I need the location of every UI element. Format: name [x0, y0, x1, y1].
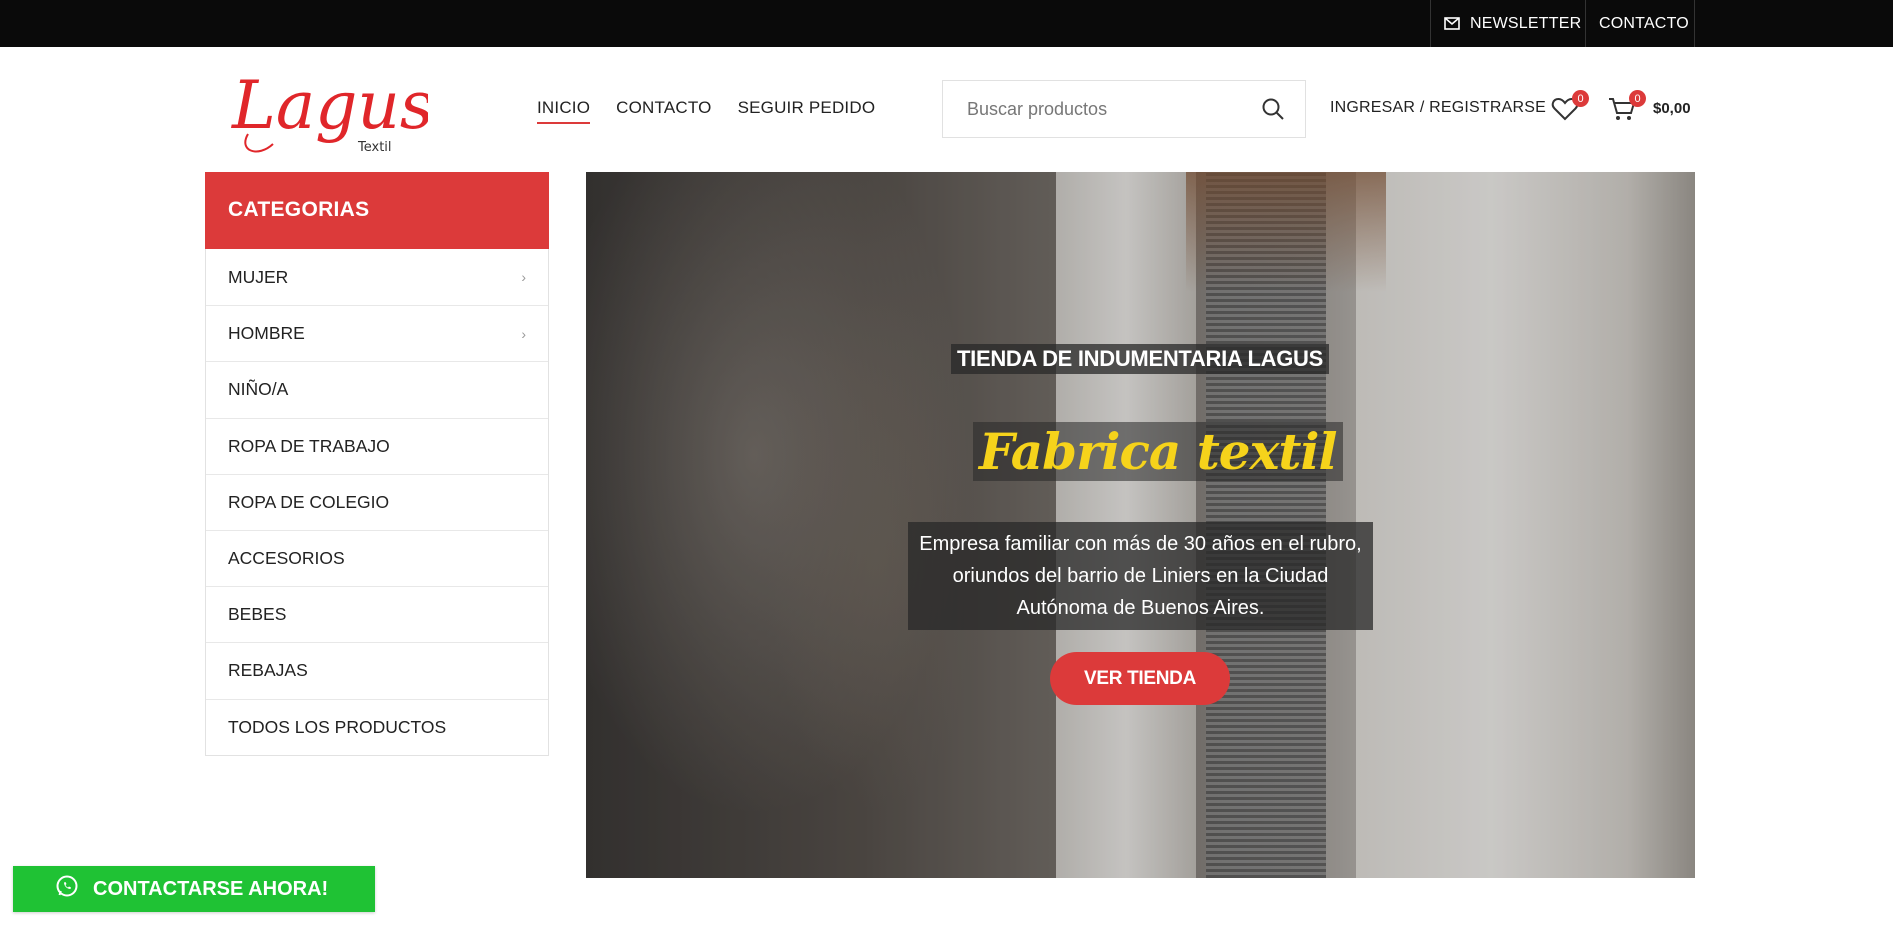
category-item-accesorios[interactable]: ACCESORIOS: [206, 529, 548, 586]
category-label: REBAJAS: [228, 660, 308, 681]
search-input[interactable]: Buscar productos: [942, 80, 1306, 138]
search-placeholder: Buscar productos: [967, 99, 1108, 119]
category-label: NIÑO/A: [228, 379, 289, 400]
category-item-ropa-colegio[interactable]: ROPA DE COLEGIO: [206, 473, 548, 530]
logo-text: Lagus: [231, 67, 428, 144]
hero-banner: TIENDA DE INDUMENTARIA LAGUS Fabrica tex…: [586, 172, 1695, 878]
category-label: ROPA DE COLEGIO: [228, 491, 390, 512]
category-item-nino[interactable]: NIÑO/A: [206, 361, 548, 417]
categories-list: MUJER › HOMBRE › NIÑO/A ROPA DE TRABAJO …: [205, 249, 549, 756]
whatsapp-icon: [55, 874, 79, 904]
heart-icon: [1551, 97, 1579, 126]
login-register-link[interactable]: INGRESAR / REGISTRARSE: [1330, 99, 1546, 117]
logo-subtext: Textil: [357, 140, 392, 155]
cart-count-badge: 0: [1629, 90, 1646, 107]
topbar-contact-link[interactable]: CONTACTO: [1585, 0, 1695, 47]
cart-button[interactable]: 0: [1608, 90, 1646, 126]
nav-contacto[interactable]: CONTACTO: [616, 98, 711, 124]
category-label: TODOS LOS PRODUCTOS: [228, 716, 447, 737]
hero-title: Fabrica textil: [973, 422, 1343, 481]
main-nav: INICIO CONTACTO SEGUIR PEDIDO: [537, 98, 875, 124]
newsletter-label: NEWSLETTER: [1470, 14, 1582, 32]
wishlist-count-badge: 0: [1572, 90, 1589, 107]
category-label: HOMBRE: [228, 323, 305, 344]
hero-subtitle: TIENDA DE INDUMENTARIA LAGUS: [951, 344, 1329, 374]
category-label: ROPA DE TRABAJO: [228, 435, 390, 456]
category-label: ACCESORIOS: [228, 548, 345, 569]
chevron-right-icon: ›: [521, 269, 526, 286]
category-item-todos[interactable]: TODOS LOS PRODUCTOS: [206, 698, 548, 755]
topbar-contact-label: CONTACTO: [1599, 14, 1689, 32]
wishlist-button[interactable]: 0: [1551, 90, 1589, 126]
newsletter-link[interactable]: NEWSLETTER: [1430, 0, 1585, 47]
category-item-ropa-trabajo[interactable]: ROPA DE TRABAJO: [206, 417, 548, 474]
category-item-mujer[interactable]: MUJER ›: [206, 249, 548, 305]
top-bar: NEWSLETTER CONTACTO: [0, 0, 1893, 47]
chevron-right-icon: ›: [521, 325, 526, 342]
whatsapp-contact-button[interactable]: CONTACTARSE AHORA!: [13, 866, 375, 912]
category-item-hombre[interactable]: HOMBRE ›: [206, 305, 548, 361]
category-item-rebajas[interactable]: REBAJAS: [206, 642, 548, 698]
category-item-bebes[interactable]: BEBES: [206, 586, 548, 642]
category-label: BEBES: [228, 604, 287, 625]
nav-inicio[interactable]: INICIO: [537, 98, 591, 124]
hero-description: Empresa familiar con más de 30 años en e…: [908, 522, 1373, 630]
search-icon[interactable]: [1261, 97, 1285, 126]
envelope-icon: [1444, 17, 1460, 30]
nav-seguir-pedido[interactable]: SEGUIR PEDIDO: [738, 98, 876, 124]
site-logo[interactable]: Lagus Textil: [228, 56, 434, 164]
cart-total[interactable]: $0,00: [1653, 100, 1691, 117]
category-label: MUJER: [228, 266, 289, 287]
categories-title: CATEGORIAS: [205, 172, 549, 249]
whatsapp-label: CONTACTARSE AHORA!: [93, 877, 329, 900]
cart-icon: [1608, 98, 1636, 126]
ver-tienda-button[interactable]: VER TIENDA: [1050, 652, 1230, 705]
